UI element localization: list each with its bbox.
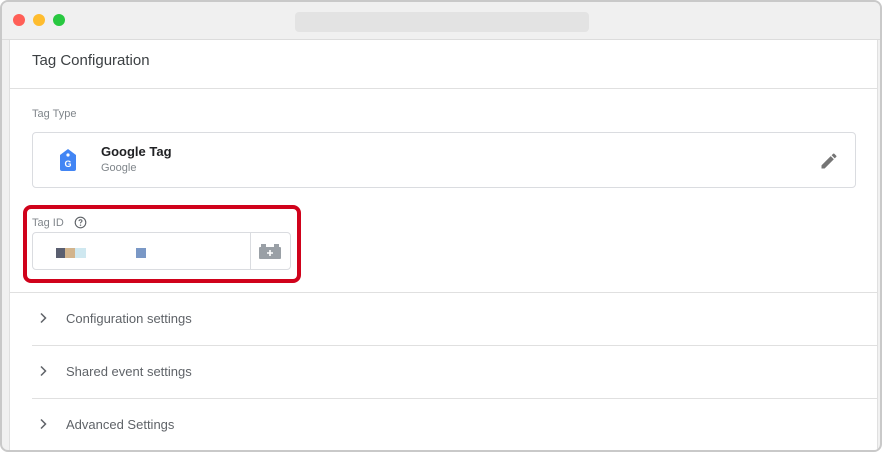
tag-id-input[interactable] — [34, 234, 250, 268]
section-label: Advanced Settings — [66, 417, 175, 432]
redacted-value-block — [65, 248, 75, 258]
tag-type-name: Google Tag — [101, 144, 172, 159]
tag-type-label: Tag Type — [32, 108, 77, 120]
row-inner: Configuration settings — [10, 293, 877, 346]
redacted-value-block — [56, 248, 65, 258]
panel-title: Tag Configuration — [32, 52, 150, 69]
tag-id-label: Tag ID — [32, 216, 64, 229]
section-label: Configuration settings — [66, 311, 192, 326]
insert-variable-button[interactable] — [251, 233, 290, 269]
help-circle-icon[interactable] — [74, 216, 87, 229]
pencil-edit-icon[interactable] — [819, 151, 839, 171]
window-titlebar — [2, 2, 880, 40]
tag-configuration-panel: Tag Configuration Tag Type G Google Tag … — [9, 40, 878, 450]
zoom-window-button[interactable] — [53, 14, 65, 26]
chevron-right-icon — [40, 365, 47, 377]
browser-window: Tag Configuration Tag Type G Google Tag … — [0, 0, 882, 452]
row-inner: Shared event settings — [32, 346, 877, 399]
advanced-settings-row[interactable]: Advanced Settings — [32, 398, 877, 450]
address-bar[interactable] — [295, 12, 589, 32]
close-window-button[interactable] — [13, 14, 25, 26]
configuration-settings-row[interactable]: Configuration settings — [10, 292, 877, 345]
tag-type-card[interactable]: G Google Tag Google — [32, 132, 856, 188]
chevron-right-icon — [40, 418, 47, 430]
section-label: Shared event settings — [66, 364, 192, 379]
row-inner: Advanced Settings — [32, 399, 877, 450]
tag-type-vendor: Google — [101, 162, 137, 174]
shared-event-settings-row[interactable]: Shared event settings — [32, 345, 877, 398]
variable-brick-icon — [259, 244, 281, 259]
chevron-right-icon — [40, 312, 47, 324]
tag-id-field — [32, 232, 291, 270]
tag-id-label-row: Tag ID — [32, 214, 87, 230]
redacted-value-block — [75, 248, 86, 258]
redacted-value-block — [136, 248, 146, 258]
svg-text:G: G — [64, 159, 71, 169]
panel-header: Tag Configuration — [10, 40, 877, 89]
minimize-window-button[interactable] — [33, 14, 45, 26]
google-tag-icon: G — [60, 149, 76, 171]
